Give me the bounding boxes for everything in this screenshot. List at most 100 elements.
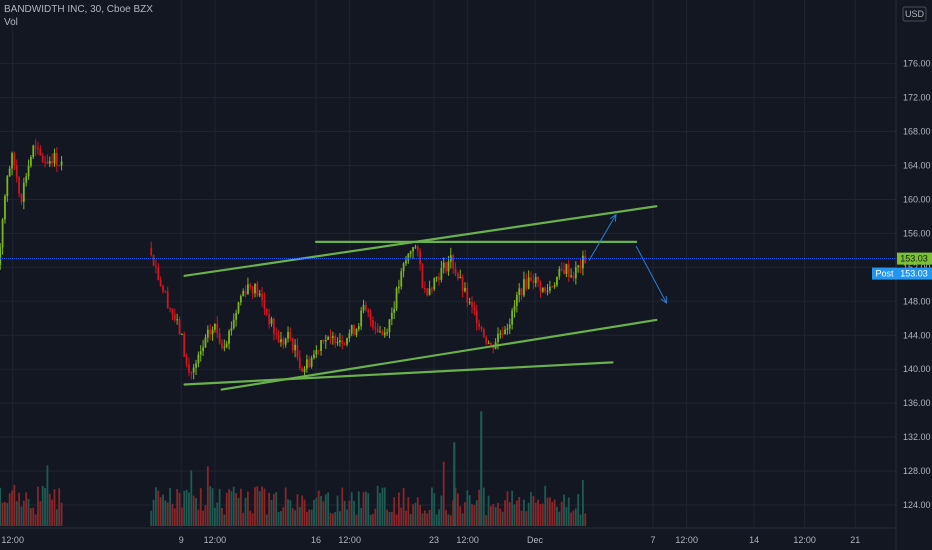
- volume-bar: [294, 510, 297, 526]
- volume-bar: [310, 509, 313, 526]
- volume-bar: [25, 492, 28, 526]
- volume-bar: [169, 487, 171, 526]
- volume-bar: [277, 511, 280, 526]
- volume-bar: [32, 507, 35, 526]
- volume-bar: [546, 497, 549, 526]
- candle-down: [37, 148, 39, 150]
- volume-bar: [1, 502, 4, 526]
- volume-bar: [263, 488, 266, 526]
- volume-bar: [414, 502, 417, 526]
- candle-up: [235, 312, 238, 320]
- volume-spike: [480, 411, 483, 526]
- volume-bar: [447, 514, 450, 526]
- candle-down: [190, 372, 193, 374]
- candle-down: [55, 153, 58, 166]
- candle-up: [409, 251, 412, 254]
- volume-bar: [280, 511, 282, 526]
- volume-bar: [530, 491, 532, 526]
- volume-bar: [582, 480, 584, 526]
- candle-up: [355, 329, 358, 335]
- volume-bar: [426, 513, 429, 526]
- volume-bar: [407, 497, 410, 526]
- candle-down: [166, 291, 169, 309]
- candle-up: [8, 168, 11, 177]
- candle-up: [534, 276, 537, 284]
- candle-up: [25, 176, 28, 183]
- candle-down: [58, 165, 61, 167]
- post-market-label: Post: [875, 269, 894, 279]
- volume-bar: [570, 512, 573, 526]
- candle-up: [442, 262, 445, 269]
- candle-down: [525, 279, 528, 289]
- candle-up: [230, 328, 233, 331]
- volume-bar: [152, 499, 155, 526]
- candle-up: [284, 338, 287, 345]
- candle-down: [537, 276, 539, 282]
- candle-up: [513, 305, 516, 311]
- volume-bar: [419, 504, 422, 526]
- volume-bar: [209, 486, 212, 526]
- volume-bar: [190, 470, 193, 526]
- candle-down: [423, 288, 426, 290]
- candle-up: [379, 331, 381, 333]
- candle-up: [202, 347, 205, 352]
- volume-bar: [421, 513, 424, 526]
- volume-bar: [527, 502, 530, 526]
- candle-up: [553, 285, 556, 287]
- price-tick-label: 164.00: [903, 161, 931, 171]
- candle-down: [298, 357, 301, 369]
- volume-bar: [428, 509, 431, 526]
- last-price-value: 153.03: [900, 254, 928, 264]
- volume-bar: [518, 496, 521, 526]
- candle-up: [574, 267, 577, 279]
- volume-bar: [464, 502, 466, 526]
- candle-up: [447, 261, 450, 272]
- volume-bar: [442, 461, 445, 526]
- volume-bar: [574, 508, 577, 526]
- candle-up: [1, 219, 4, 248]
- candle-down: [426, 288, 429, 296]
- volume-bar: [515, 500, 518, 526]
- volume-bar: [317, 490, 320, 526]
- volume-bar: [416, 497, 419, 526]
- price-chart[interactable]: 124.00 128.00 132.00 136.00 140.00 144.00 148.…: [0, 0, 932, 550]
- candle-down: [372, 320, 374, 328]
- volume-bar: [520, 510, 523, 526]
- candle-up: [388, 319, 391, 333]
- volume-bar: [272, 494, 275, 526]
- candle-down: [249, 284, 252, 287]
- volume-bar: [548, 497, 551, 526]
- volume-bar: [563, 494, 565, 526]
- volume-bar: [34, 514, 37, 526]
- volume-bar: [423, 510, 426, 526]
- volume-bar: [275, 492, 278, 526]
- symbol-title[interactable]: BANDWIDTH INC, 30, Cboe BZX: [4, 3, 153, 16]
- volume-indicator-label[interactable]: Vol: [4, 16, 153, 29]
- candle-up: [242, 290, 245, 297]
- price-tick-label: 128.00: [903, 466, 931, 476]
- volume-bar: [362, 492, 365, 526]
- candle-down: [485, 336, 488, 344]
- volume-bar: [532, 496, 535, 526]
- volume-bar: [513, 504, 516, 526]
- volume-bar: [15, 501, 18, 526]
- currency-label: USD: [905, 9, 925, 19]
- candle-up: [180, 333, 183, 335]
- time-tick-label: 12:00: [456, 535, 479, 545]
- time-tick-label: Dec: [527, 535, 544, 545]
- volume-bar: [162, 494, 164, 526]
- time-tick-label: 12:00: [675, 535, 698, 545]
- price-tick-label: 148.00: [903, 296, 931, 306]
- candle-up: [428, 288, 431, 296]
- price-tick-label: 136.00: [903, 398, 931, 408]
- candle-down: [367, 309, 370, 313]
- price-tick-label: 176.00: [903, 59, 931, 69]
- candle-up: [433, 278, 436, 290]
- candle-down: [579, 265, 582, 269]
- candle-up: [459, 276, 462, 279]
- candle-down: [466, 287, 469, 303]
- volume-bar: [369, 514, 372, 526]
- candle-up: [228, 330, 230, 344]
- volume-bar: [445, 510, 447, 526]
- candle-down: [475, 310, 478, 324]
